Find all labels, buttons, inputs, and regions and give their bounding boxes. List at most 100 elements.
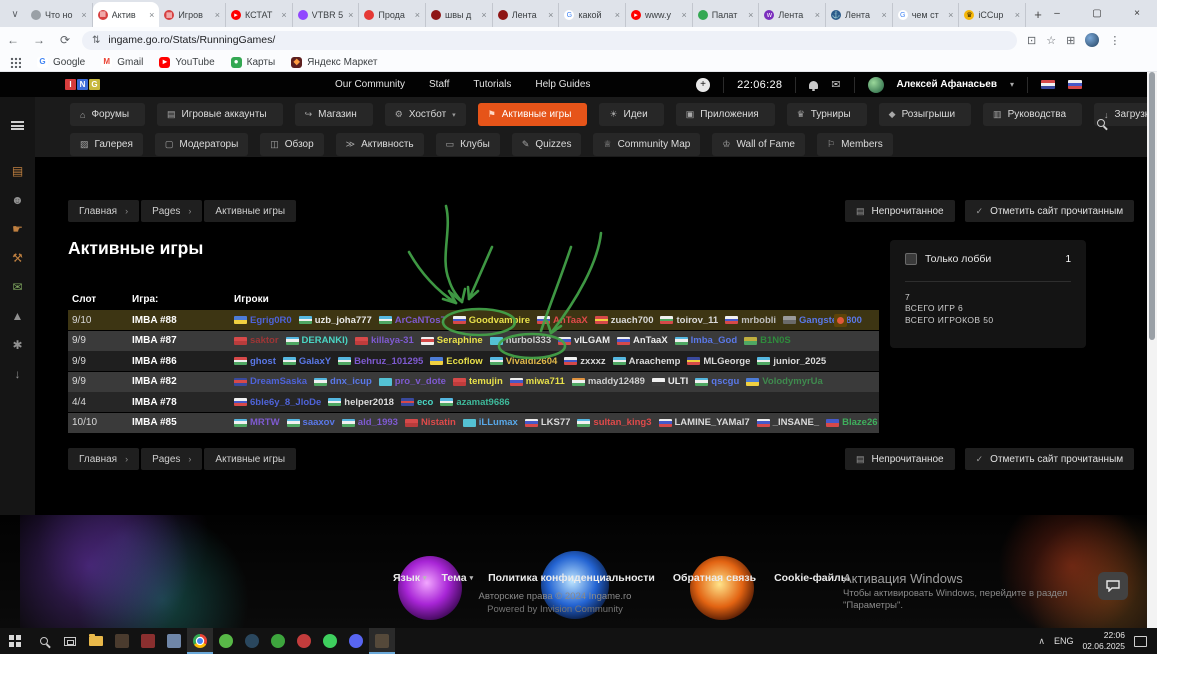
nav-item[interactable]: ◫ Обзор [260, 133, 323, 156]
nav-item[interactable]: ✎ Quizzes [512, 133, 582, 156]
chrome-icon[interactable] [187, 628, 213, 654]
browser-tab[interactable]: Что но × [26, 3, 93, 27]
player[interactable]: vILGAM [558, 335, 610, 346]
player[interactable]: LKS77 [525, 417, 571, 428]
player[interactable]: nurbol333 [490, 335, 551, 346]
bookmark-item[interactable]: ◆ Яндекс Маркет [291, 57, 377, 68]
maximize-button[interactable]: ▢ [1077, 0, 1117, 27]
nav-item[interactable]: ◆ Розыгрыши [879, 103, 971, 126]
player[interactable]: junior_2025 [757, 356, 826, 367]
player[interactable]: miwa711 [510, 376, 565, 387]
breadcrumb-current[interactable]: Активные игры [204, 200, 296, 222]
player[interactable]: DERANKI) [286, 335, 348, 346]
player[interactable]: AnTaaX [537, 315, 588, 326]
file-explorer-icon[interactable] [83, 628, 109, 654]
footer-link[interactable]: Тема▾ [442, 572, 474, 584]
player[interactable]: zxxxz [564, 356, 605, 367]
player[interactable]: Seraphine [421, 335, 483, 346]
player[interactable]: iLLumax [463, 417, 518, 428]
notifications-bell-icon[interactable] [809, 81, 818, 89]
forward-icon[interactable]: → [26, 33, 52, 47]
player[interactable]: eco [401, 397, 433, 408]
tab-close-icon[interactable]: × [1015, 10, 1020, 20]
player[interactable]: Vivaldi2604 [490, 356, 558, 367]
breadcrumb-current[interactable]: Активные игры [204, 448, 296, 470]
nav-item[interactable]: ⚐ Members [817, 133, 893, 156]
language-indicator[interactable]: ENG [1054, 636, 1074, 646]
player[interactable]: saktor [234, 335, 279, 346]
scrollbar[interactable] [1147, 72, 1157, 628]
tab-search-icon[interactable]: ∨ [4, 3, 26, 25]
url-text[interactable]: ingame.go.ro/Stats/RunningGames/ [108, 34, 275, 46]
media-app-icon[interactable] [135, 628, 161, 654]
browser-tab[interactable]: G чем ст × [893, 3, 960, 27]
scrollbar-thumb[interactable] [1149, 72, 1155, 340]
address-bar[interactable]: ⇅ ingame.go.ro/Stats/RunningGames/ [82, 31, 1017, 50]
stats-icon[interactable]: ▲ [12, 310, 24, 322]
player[interactable]: helper2018 [328, 397, 394, 408]
game-row[interactable]: 9/9 IMBA #82 DreamSaska [68, 372, 879, 392]
game-name[interactable]: IMBA #82 [132, 376, 234, 387]
player[interactable]: saaxov [287, 417, 335, 428]
tab-close-icon[interactable]: × [415, 10, 420, 20]
steam-icon[interactable] [239, 628, 265, 654]
browser-tab[interactable]: ▸ КСТАТ × [226, 3, 293, 27]
tray-chevron-icon[interactable]: ∧ [1038, 636, 1045, 647]
nav-item[interactable]: ▥ Руководства [983, 103, 1082, 126]
tab-close-icon[interactable]: × [815, 10, 820, 20]
mark-read-button[interactable]: ✓Отметить сайт прочитанным [965, 200, 1135, 222]
game-name[interactable]: IMBA #86 [132, 356, 234, 367]
player[interactable]: Goodvampire [453, 315, 530, 326]
player[interactable]: VolodymyrUa [746, 376, 823, 387]
browser-tab[interactable]: Прода × [359, 3, 426, 27]
browser-tab[interactable]: w Лента × [759, 3, 826, 27]
send-to-device-icon[interactable]: ⊡ [1027, 34, 1036, 47]
game-row[interactable]: 10/10 IMBA #85 MRTW [68, 413, 879, 433]
player[interactable]: MRTW [234, 417, 280, 428]
nav-item[interactable]: ▭ Клубы [436, 133, 500, 156]
tab-close-icon[interactable]: × [881, 10, 886, 20]
bookmark-star-icon[interactable]: ☆ [1046, 34, 1056, 47]
tools-icon[interactable]: ⚒ [12, 252, 23, 264]
unread-button[interactable]: ▤Непрочитанное [845, 448, 955, 470]
game-row[interactable]: 9/9 IMBA #86 ghost [68, 351, 879, 371]
nav-item[interactable]: ♕ Community Map [593, 133, 700, 156]
minimize-button[interactable]: – [1037, 0, 1077, 27]
breadcrumb-pages[interactable]: Pages› [141, 448, 202, 470]
footer-link[interactable]: Политика конфиденциальности [488, 572, 658, 584]
discord-icon[interactable] [343, 628, 369, 654]
tab-close-icon[interactable]: × [681, 10, 686, 20]
nav-item[interactable]: ♛ Турниры [787, 103, 867, 126]
player[interactable]: DreamSaska [234, 376, 307, 387]
footer-link[interactable]: Язык▾ [393, 572, 427, 584]
player[interactable]: uzb_joha777 [299, 315, 372, 326]
player[interactable]: dnx_icup [314, 376, 372, 387]
player[interactable]: ald_1993 [342, 417, 398, 428]
footer-link[interactable]: Cookie-файлы [774, 572, 853, 584]
chevron-down-icon[interactable]: ▾ [1010, 80, 1014, 89]
mark-read-button[interactable]: ✓Отметить сайт прочитанным [965, 448, 1135, 470]
browser-tab[interactable]: ♛ iCCup × [959, 3, 1026, 27]
game-name[interactable]: IMBA #88 [132, 315, 234, 326]
tab-close-icon[interactable]: × [548, 10, 553, 20]
apps-grid-icon[interactable] [10, 57, 21, 68]
player[interactable]: B1N0S [744, 335, 791, 346]
player[interactable]: ArCaNTos7 [379, 315, 446, 326]
nav-item[interactable]: ▤ Игровые аккаунты [157, 103, 283, 126]
utility-link[interactable]: Our Community [335, 79, 405, 90]
chat-icon[interactable]: ✉ [12, 281, 22, 293]
cart-icon[interactable]: ▤ [12, 165, 23, 177]
app-window-icon[interactable] [161, 628, 187, 654]
player[interactable]: temujin [453, 376, 503, 387]
footer-link[interactable]: Обратная связь [673, 572, 759, 584]
download-icon[interactable]: ↓ [15, 368, 21, 380]
tab-close-icon[interactable]: × [481, 10, 486, 20]
game-name[interactable]: IMBA #85 [132, 417, 234, 428]
tab-close-icon[interactable]: × [348, 10, 353, 20]
player[interactable]: Imba_God [675, 335, 737, 346]
extensions-icon[interactable]: ⊞ [1066, 34, 1075, 47]
nav-item[interactable]: ⚑ Активные игры [478, 103, 588, 126]
chat-bubble-button[interactable] [1098, 572, 1128, 600]
player[interactable]: Ecoflow [430, 356, 482, 367]
unread-button[interactable]: ▤Непрочитанное [845, 200, 955, 222]
